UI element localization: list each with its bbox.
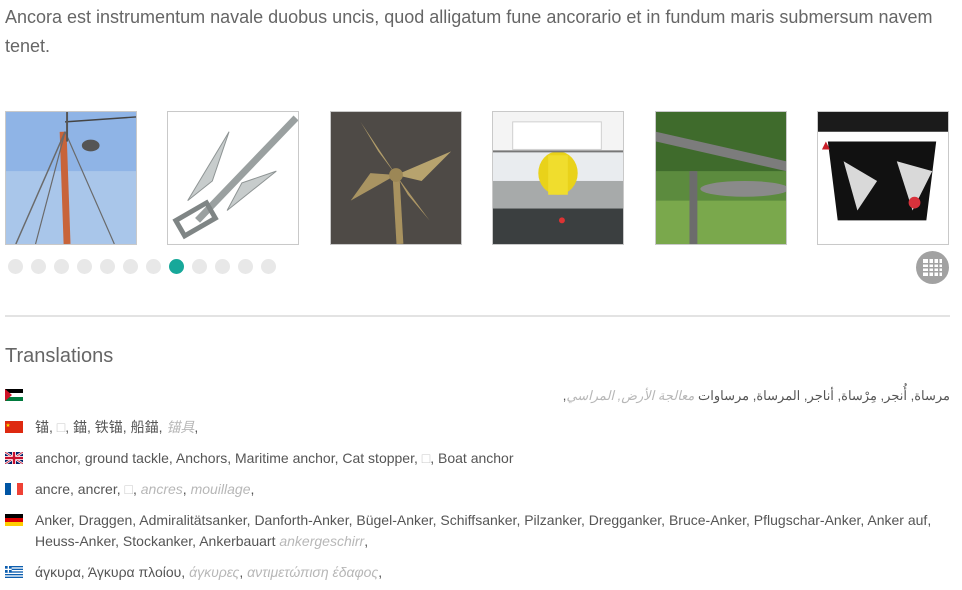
pagination-dot[interactable] (146, 259, 161, 274)
translation-terms-secondary: άγκυρες (189, 564, 240, 580)
thumbnail-bow-anchor[interactable] (817, 111, 949, 245)
pagination-dot[interactable] (100, 259, 115, 274)
translation-text-english: anchor, ground tackle, Anchors, Maritime… (35, 448, 950, 469)
translation-terms-secondary: ankergeschirr (279, 533, 365, 549)
missing-glyph: □ (56, 419, 66, 435)
pagination-dot-active[interactable] (169, 259, 184, 274)
translation-terms-secondary: 锚具 (166, 419, 195, 435)
section-divider (5, 315, 950, 317)
mast-photo (6, 112, 136, 244)
ship-deck-photo (493, 112, 623, 244)
translation-text-french: ancre, ancrer, □, ancres, mouillage, (35, 479, 950, 500)
thumbnail-grapnel-anchor[interactable] (167, 111, 299, 245)
translation-terms: , Boat anchor (430, 450, 514, 466)
translation-separator: , (239, 564, 248, 580)
thumbnail-folding-anchor[interactable] (330, 111, 462, 245)
image-gallery (5, 111, 950, 245)
missing-glyph: □ (421, 450, 431, 466)
translation-terms: 锚, (35, 419, 57, 435)
translation-separator: , (364, 533, 369, 549)
flag-icon-arabic (5, 389, 23, 401)
pagination-dot[interactable] (54, 259, 69, 274)
flag-icon-german (5, 514, 23, 526)
translation-terms-secondary: αντιμετώπιση έδαφος (247, 564, 379, 580)
thumbnail-mast[interactable] (5, 111, 137, 245)
translations-heading: Translations (5, 345, 114, 367)
translation-terms: anchor, ground tackle, Anchors, Maritime… (35, 450, 422, 466)
translation-text-arabic: مرساة, أُنجر, مِرْساة, أناجر, المرساة, م… (35, 385, 950, 406)
translation-text-german: Anker, Draggen, Admiralitätsanker, Danfo… (35, 510, 950, 552)
translation-terms-secondary: معالجة الأرض, المراسي (566, 388, 695, 403)
translation-terms: مرساة, أُنجر, مِرْساة, أناجر, المرساة, م… (698, 388, 950, 403)
translation-terms: , 錨, 铁锚, 船錨, (65, 419, 167, 435)
pagination-dot[interactable] (238, 259, 253, 274)
translation-text-greek: άγκυρα, Άγκυρα πλοίου, άγκυρες, αντιμετώ… (35, 562, 950, 583)
translation-text-chinese: 锚, □, 錨, 铁锚, 船錨, 锚具, (35, 417, 950, 438)
translation-separator: , (378, 564, 383, 580)
grapnel-anchor-photo (168, 112, 298, 244)
translation-separator: , (250, 481, 255, 497)
intro-paragraph: Ancora est instrumentum navale duobus un… (5, 7, 933, 56)
flag-icon-greek (5, 566, 23, 578)
pagination-dot[interactable] (192, 259, 207, 274)
pagination-dot[interactable] (261, 259, 276, 274)
flag-icon-french (5, 483, 23, 495)
stock-anchor-photo (656, 112, 786, 244)
bow-anchor-photo (818, 112, 948, 244)
translation-terms: άγκυρα, Άγκυρα πλοίου, (35, 564, 190, 580)
translation-terms-secondary: mouillage (190, 481, 251, 497)
pagination-dot[interactable] (8, 259, 23, 274)
missing-glyph: □ (124, 481, 133, 497)
thumbnail-ship-deck[interactable] (492, 111, 624, 245)
folding-anchor-photo (331, 112, 461, 244)
translation-row-arabic: مرساة, أُنجر, مِرْساة, أناجر, المرساة, م… (5, 385, 950, 407)
pagination-dot[interactable] (123, 259, 138, 274)
translation-separator: , (194, 419, 199, 435)
pagination-dot[interactable] (215, 259, 230, 274)
flag-icon-chinese (5, 421, 23, 433)
pagination-dot[interactable] (77, 259, 92, 274)
flag-icon-english (5, 452, 23, 464)
thumbnail-stock-anchor[interactable] (655, 111, 787, 245)
translation-separator: , (132, 481, 141, 497)
translation-terms: Anker, Draggen, Admiralitätsanker, Danfo… (35, 512, 932, 549)
grid-view-button[interactable] (916, 251, 949, 284)
pagination-dot[interactable] (31, 259, 46, 274)
translation-terms: ancre, ancrer, (35, 481, 125, 497)
grid-icon (923, 259, 942, 276)
translation-terms-secondary: ancres (140, 481, 183, 497)
translation-separator: , (182, 481, 191, 497)
